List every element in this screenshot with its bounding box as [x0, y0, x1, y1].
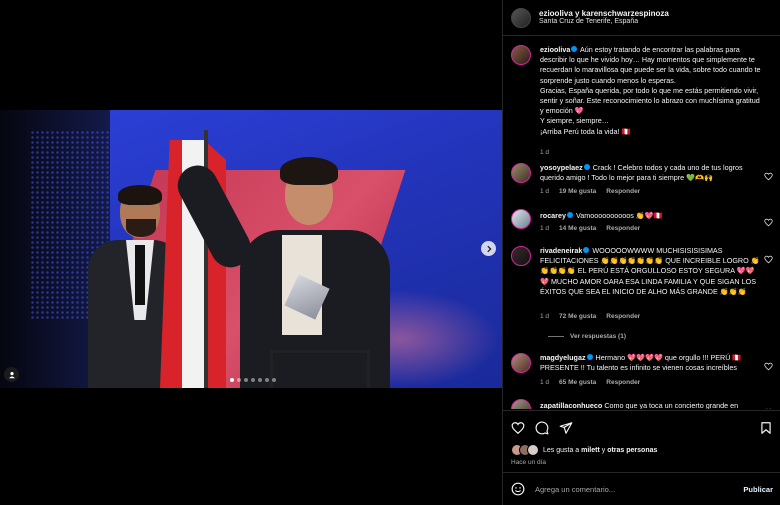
- carousel-dot: [251, 378, 255, 382]
- caption-text: Aún estoy tratando de encontrar las pala…: [540, 45, 761, 136]
- comment-icon: [535, 421, 549, 435]
- comment-likes[interactable]: 65 Me gusta: [559, 379, 596, 386]
- post-media-area: [0, 0, 502, 505]
- heart-icon: [511, 422, 525, 435]
- post-header: eziooliva y karenschwarzespinoza Santa C…: [503, 0, 780, 36]
- comments-list[interactable]: eziooliva Aún estoy tratando de encontra…: [503, 37, 780, 409]
- tag-user-icon: [8, 371, 15, 378]
- share-button[interactable]: [559, 421, 573, 435]
- likers-avatars: [511, 444, 539, 456]
- caption-time[interactable]: 1 d: [540, 149, 549, 156]
- podium: [270, 350, 370, 388]
- comment-likes[interactable]: 19 Me gusta: [559, 188, 596, 195]
- comment-time[interactable]: 1 d: [540, 379, 549, 386]
- verified-badge-icon: [583, 247, 590, 253]
- verified-badge-icon: [583, 164, 590, 170]
- post-timestamp[interactable]: Hace un día: [511, 459, 546, 466]
- save-button[interactable]: [759, 421, 773, 435]
- heart-icon: [764, 255, 773, 264]
- carousel-dot: [237, 378, 241, 382]
- liker-avatar: [527, 444, 539, 456]
- carousel-dot: [244, 378, 248, 382]
- comment-time[interactable]: 1 d: [540, 225, 549, 232]
- comment-avatar[interactable]: [511, 246, 531, 266]
- like-comment-button[interactable]: [764, 358, 773, 371]
- comment-input[interactable]: [535, 484, 744, 494]
- post-side-panel: eziooliva y karenschwarzespinoza Santa C…: [502, 0, 780, 505]
- carousel-dot: [258, 378, 262, 382]
- like-comment-button[interactable]: [764, 214, 773, 227]
- comment-likes[interactable]: 14 Me gusta: [559, 225, 596, 232]
- add-comment-bar: Publicar: [503, 472, 780, 505]
- comment-text: Como que ya toca un concierto grande en: [604, 401, 739, 409]
- chevron-right-icon: [486, 245, 492, 252]
- like-comment-button[interactable]: [764, 168, 773, 181]
- carousel-dot: [230, 378, 234, 382]
- comment-text: Vamoooooooooos 👏💖🇵🇪: [575, 211, 663, 220]
- emoji-icon[interactable]: [511, 482, 525, 496]
- reply-button[interactable]: Responder: [606, 379, 640, 386]
- verified-badge-icon: [566, 212, 573, 218]
- reply-button[interactable]: Responder: [606, 313, 640, 320]
- verified-badge-icon: [571, 46, 578, 52]
- comment-avatar[interactable]: [511, 353, 531, 373]
- like-button[interactable]: [511, 421, 525, 435]
- liker-username[interactable]: milett: [581, 447, 600, 454]
- comment-username[interactable]: yosoypelaez: [540, 163, 583, 172]
- reply-button[interactable]: Responder: [606, 225, 640, 232]
- likes-text: Les gusta a milett y otras personas: [543, 446, 658, 454]
- like-comment-button[interactable]: [764, 251, 773, 264]
- view-replies-label: Ver respuestas (1): [570, 333, 627, 340]
- post-authors[interactable]: eziooliva y karenschwarzespinoza: [539, 9, 669, 18]
- caption-avatar[interactable]: [511, 45, 531, 65]
- verified-badge-icon: [586, 354, 593, 360]
- comment-username[interactable]: rivadeneirak: [540, 246, 582, 255]
- comment-avatar[interactable]: [511, 163, 531, 183]
- carousel-dot: [265, 378, 269, 382]
- instagram-post-modal: eziooliva y karenschwarzespinoza Santa C…: [0, 0, 780, 505]
- other-likers-link[interactable]: otras personas: [607, 447, 657, 454]
- next-image-button[interactable]: [481, 241, 496, 256]
- heart-icon: [764, 362, 773, 371]
- comment-username[interactable]: rocarey: [540, 211, 566, 220]
- caption-username[interactable]: eziooliva: [540, 45, 570, 54]
- comment-username[interactable]: zapatillaconhueco: [540, 401, 602, 409]
- likes-summary[interactable]: Les gusta a milett y otras personas: [511, 444, 657, 456]
- heart-icon: [764, 218, 773, 227]
- share-icon: [559, 422, 573, 434]
- author-avatar[interactable]: [511, 7, 531, 28]
- comment-button[interactable]: [535, 421, 549, 435]
- comment-avatar[interactable]: [511, 209, 531, 229]
- comment-time[interactable]: 1 d: [540, 313, 549, 320]
- comment-likes[interactable]: 72 Me gusta: [559, 313, 596, 320]
- tagged-users-button[interactable]: [4, 367, 19, 382]
- comment-avatar[interactable]: [511, 399, 531, 409]
- reply-button[interactable]: Responder: [606, 188, 640, 195]
- heart-icon: [764, 172, 773, 181]
- post-location[interactable]: Santa Cruz de Tenerife, España: [539, 18, 669, 26]
- comment-username[interactable]: magdyelugaz: [540, 353, 586, 362]
- publish-button[interactable]: Publicar: [743, 485, 773, 494]
- comment-time[interactable]: 1 d: [540, 188, 549, 195]
- save-icon: [761, 422, 771, 434]
- post-photo[interactable]: [0, 110, 502, 388]
- carousel-dot: [272, 378, 276, 382]
- carousel-indicator: [230, 378, 276, 382]
- like-comment-button[interactable]: [764, 404, 773, 409]
- heart-icon: [765, 408, 772, 409]
- view-replies-button[interactable]: Ver respuestas (1): [548, 333, 626, 340]
